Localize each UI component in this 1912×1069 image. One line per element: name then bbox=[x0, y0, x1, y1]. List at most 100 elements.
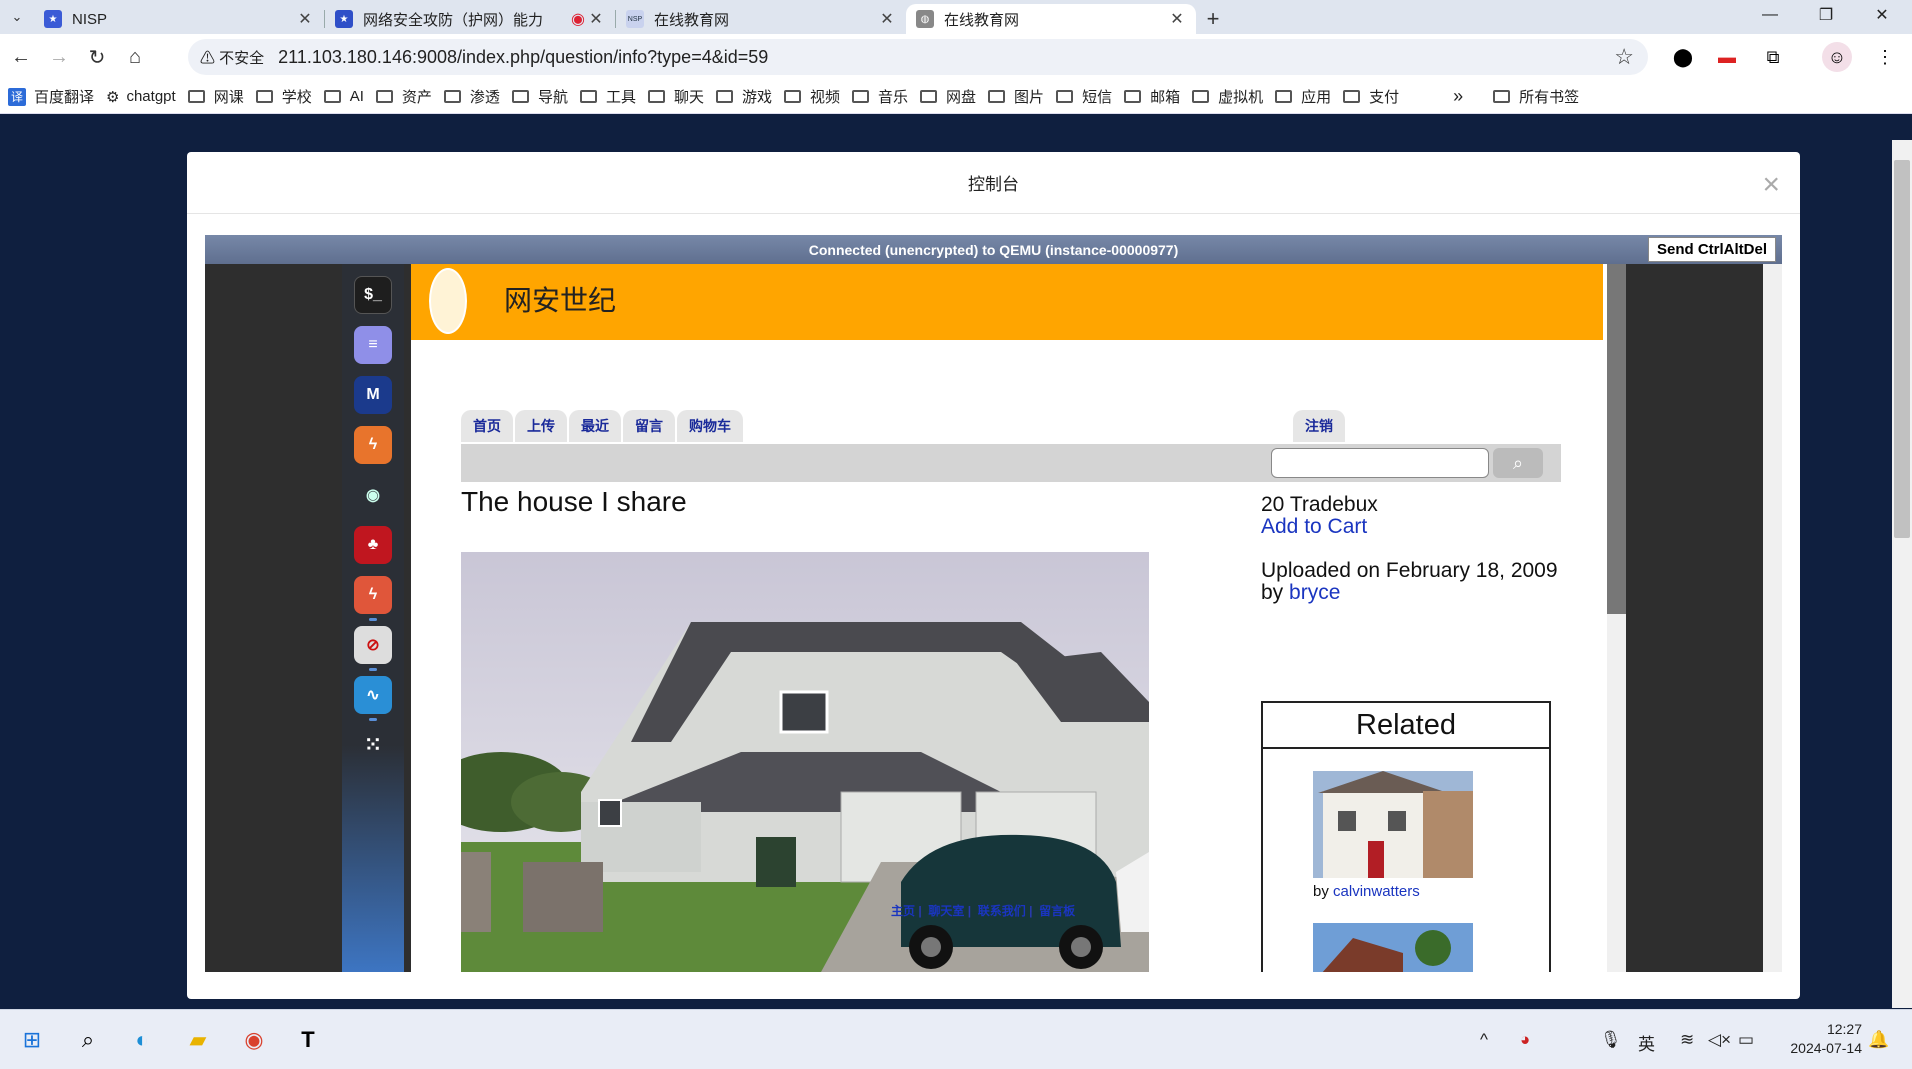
close-tab-icon[interactable]: ✕ bbox=[296, 9, 314, 29]
tab-search-button[interactable]: ⌄ bbox=[0, 0, 34, 34]
search-icon[interactable]: ⌕ bbox=[70, 1022, 106, 1058]
volume-muted-icon[interactable]: ◁× bbox=[1708, 1030, 1731, 1050]
burp-pro-icon[interactable]: ϟ bbox=[354, 576, 392, 614]
back-icon[interactable]: ← bbox=[4, 40, 38, 74]
terminal-icon[interactable]: $_ bbox=[354, 276, 392, 314]
start-windows-icon[interactable]: ⊞ bbox=[14, 1022, 50, 1058]
microphone-icon[interactable]: 🎙 bbox=[1600, 1030, 1622, 1050]
minimize-icon[interactable]: — bbox=[1742, 0, 1798, 30]
bookmark-folder[interactable]: 邮箱 bbox=[1124, 86, 1180, 107]
bookmark-folder[interactable]: 渗透 bbox=[443, 86, 500, 107]
bookmark-folder[interactable]: 资产 bbox=[375, 86, 432, 107]
tab-nisp[interactable]: ★ NISP ✕ bbox=[34, 4, 324, 34]
qq-icon[interactable]: ◕ bbox=[1520, 1030, 1530, 1050]
reload-icon[interactable]: ↻ bbox=[80, 40, 114, 74]
clock[interactable]: 12:27 2024-07-14 bbox=[1772, 1020, 1862, 1058]
eye-icon[interactable]: ◉ bbox=[354, 476, 392, 514]
tab-online-edu-2[interactable]: ◍ 在线教育网 ✕ bbox=[906, 4, 1196, 34]
extensions-puzzle-icon[interactable]: ⧉ bbox=[1758, 42, 1788, 72]
bookmark-folder[interactable]: 应用 bbox=[1275, 86, 1331, 107]
bookmarks-overflow-button[interactable]: » bbox=[1453, 86, 1463, 107]
bookmark-folder[interactable]: 图片 bbox=[988, 86, 1044, 107]
nav-guestbook[interactable]: 留言 bbox=[623, 410, 675, 442]
bookmark-folder[interactable]: 支付 bbox=[1343, 86, 1399, 107]
nav-cart[interactable]: 购物车 bbox=[677, 410, 743, 442]
vnc-scrollbar[interactable] bbox=[1763, 264, 1782, 972]
bookmark-chatgpt[interactable]: ⚙ chatgpt bbox=[106, 88, 176, 106]
related-thumbnail[interactable] bbox=[1313, 923, 1473, 972]
tab-online-edu-1[interactable]: NSP 在线教育网 ✕ bbox=[616, 4, 906, 34]
overlay-link-board[interactable]: 留言板 bbox=[1039, 904, 1075, 918]
url-text[interactable]: 211.103.180.146:9008/index.php/question/… bbox=[278, 47, 768, 68]
nav-recent[interactable]: 最近 bbox=[569, 410, 621, 442]
search-input[interactable] bbox=[1271, 448, 1489, 478]
bookmark-folder[interactable]: 音乐 bbox=[852, 86, 908, 107]
bookmark-folder[interactable]: 游戏 bbox=[715, 86, 772, 107]
bookmark-label: 视频 bbox=[810, 89, 841, 106]
bookmark-star-icon[interactable]: ☆ bbox=[1614, 44, 1634, 70]
extension-circle-icon[interactable]: ⬤ bbox=[1668, 42, 1698, 72]
blocked-app-icon[interactable]: ⊘ bbox=[354, 626, 392, 664]
overlay-link-chat[interactable]: 聊天室 bbox=[928, 904, 964, 918]
add-to-cart-link[interactable]: Add to Cart bbox=[1261, 515, 1367, 538]
bookmark-folder[interactable]: 学校 bbox=[255, 86, 312, 107]
bookmark-folder[interactable]: 网课 bbox=[187, 86, 244, 107]
send-ctrl-alt-del-button[interactable]: Send CtrlAltDel bbox=[1647, 237, 1776, 262]
close-tab-icon[interactable]: ✕ bbox=[1168, 9, 1186, 29]
bookmark-folder[interactable]: 导航 bbox=[511, 86, 568, 107]
cherrytree-icon[interactable]: ♣ bbox=[354, 526, 392, 564]
page-scrollbar-thumb[interactable] bbox=[1894, 160, 1910, 538]
address-bar[interactable]: ⚠ 不安全 211.103.180.146:9008/index.php/que… bbox=[188, 39, 1648, 75]
guest-scrollbar-thumb[interactable] bbox=[1607, 264, 1626, 614]
not-secure-label[interactable]: ⚠ 不安全 bbox=[200, 47, 264, 68]
wireshark-icon[interactable]: ∿ bbox=[354, 676, 392, 714]
close-window-icon[interactable]: ✕ bbox=[1854, 0, 1910, 30]
burpsuite-icon[interactable]: ϟ bbox=[354, 426, 392, 464]
overlay-link-contact[interactable]: 联系我们 bbox=[978, 904, 1026, 918]
author-link[interactable]: bryce bbox=[1289, 581, 1340, 604]
typora-icon[interactable]: T bbox=[290, 1022, 326, 1058]
restore-icon[interactable]: ❐ bbox=[1798, 0, 1854, 30]
related-title: Related bbox=[1263, 703, 1549, 749]
show-hidden-icons-icon[interactable]: ^ bbox=[1480, 1030, 1488, 1050]
wifi-icon[interactable]: ≋ bbox=[1680, 1030, 1694, 1050]
search-icon[interactable]: ⌕ bbox=[1493, 448, 1543, 478]
close-tab-icon[interactable]: ✕ bbox=[587, 9, 605, 29]
all-bookmarks-button[interactable]: 所有书签 bbox=[1493, 86, 1579, 107]
chrome-icon[interactable]: ◉ bbox=[236, 1022, 272, 1058]
flag-icon[interactable]: ▬ bbox=[1712, 42, 1742, 72]
home-icon[interactable]: ⌂ bbox=[118, 40, 152, 74]
tab-network-security[interactable]: ★ 网络安全攻防（护网）能力 ◉ ✕ bbox=[325, 4, 615, 34]
new-tab-button[interactable]: + bbox=[1196, 4, 1230, 34]
vnc-console[interactable]: Connected (unencrypted) to QEMU (instanc… bbox=[205, 235, 1782, 972]
edge-icon[interactable]: ◐ bbox=[124, 1022, 160, 1058]
related-author-link[interactable]: calvinwatters bbox=[1333, 883, 1420, 900]
bookmark-baidu-translate[interactable]: 译百度翻译 bbox=[8, 86, 94, 107]
profile-avatar[interactable]: ☺ bbox=[1822, 42, 1852, 72]
nav-upload[interactable]: 上传 bbox=[515, 410, 567, 442]
file-explorer-icon[interactable]: ▰ bbox=[180, 1022, 216, 1058]
app-grid-icon[interactable]: ⁙ bbox=[354, 726, 392, 764]
forward-icon[interactable]: → bbox=[42, 40, 76, 74]
overlay-link-home[interactable]: 主页 bbox=[891, 904, 915, 918]
bookmark-folder[interactable]: 虚拟机 bbox=[1192, 86, 1263, 107]
ime-indicator[interactable]: 英 bbox=[1638, 1030, 1655, 1055]
modal-close-icon[interactable]: × bbox=[1762, 168, 1780, 202]
bookmark-folder[interactable]: 网盘 bbox=[920, 86, 976, 107]
battery-icon[interactable]: ▭ bbox=[1738, 1030, 1754, 1050]
notification-bell-icon[interactable]: 🔔 bbox=[1868, 1030, 1889, 1050]
bookmark-folder[interactable]: 工具 bbox=[579, 86, 636, 107]
menu-kebab-icon[interactable]: ⋮ bbox=[1870, 42, 1900, 72]
nav-logout[interactable]: 注销 bbox=[1293, 410, 1345, 442]
house-photo[interactable]: 主页 | 聊天室 | 联系我们 | 留言板 bbox=[461, 552, 1149, 972]
bookmark-folder[interactable]: 视频 bbox=[784, 86, 840, 107]
bookmark-folder[interactable]: 聊天 bbox=[647, 86, 704, 107]
site-logo[interactable] bbox=[429, 268, 467, 334]
metasploit-icon[interactable]: M bbox=[354, 376, 392, 414]
text-editor-icon[interactable]: ≡ bbox=[354, 326, 392, 364]
nav-home[interactable]: 首页 bbox=[461, 410, 513, 442]
related-thumbnail[interactable] bbox=[1313, 771, 1473, 878]
bookmark-folder[interactable]: 短信 bbox=[1056, 86, 1112, 107]
bookmark-folder[interactable]: AI bbox=[323, 88, 364, 105]
close-tab-icon[interactable]: ✕ bbox=[878, 9, 896, 29]
